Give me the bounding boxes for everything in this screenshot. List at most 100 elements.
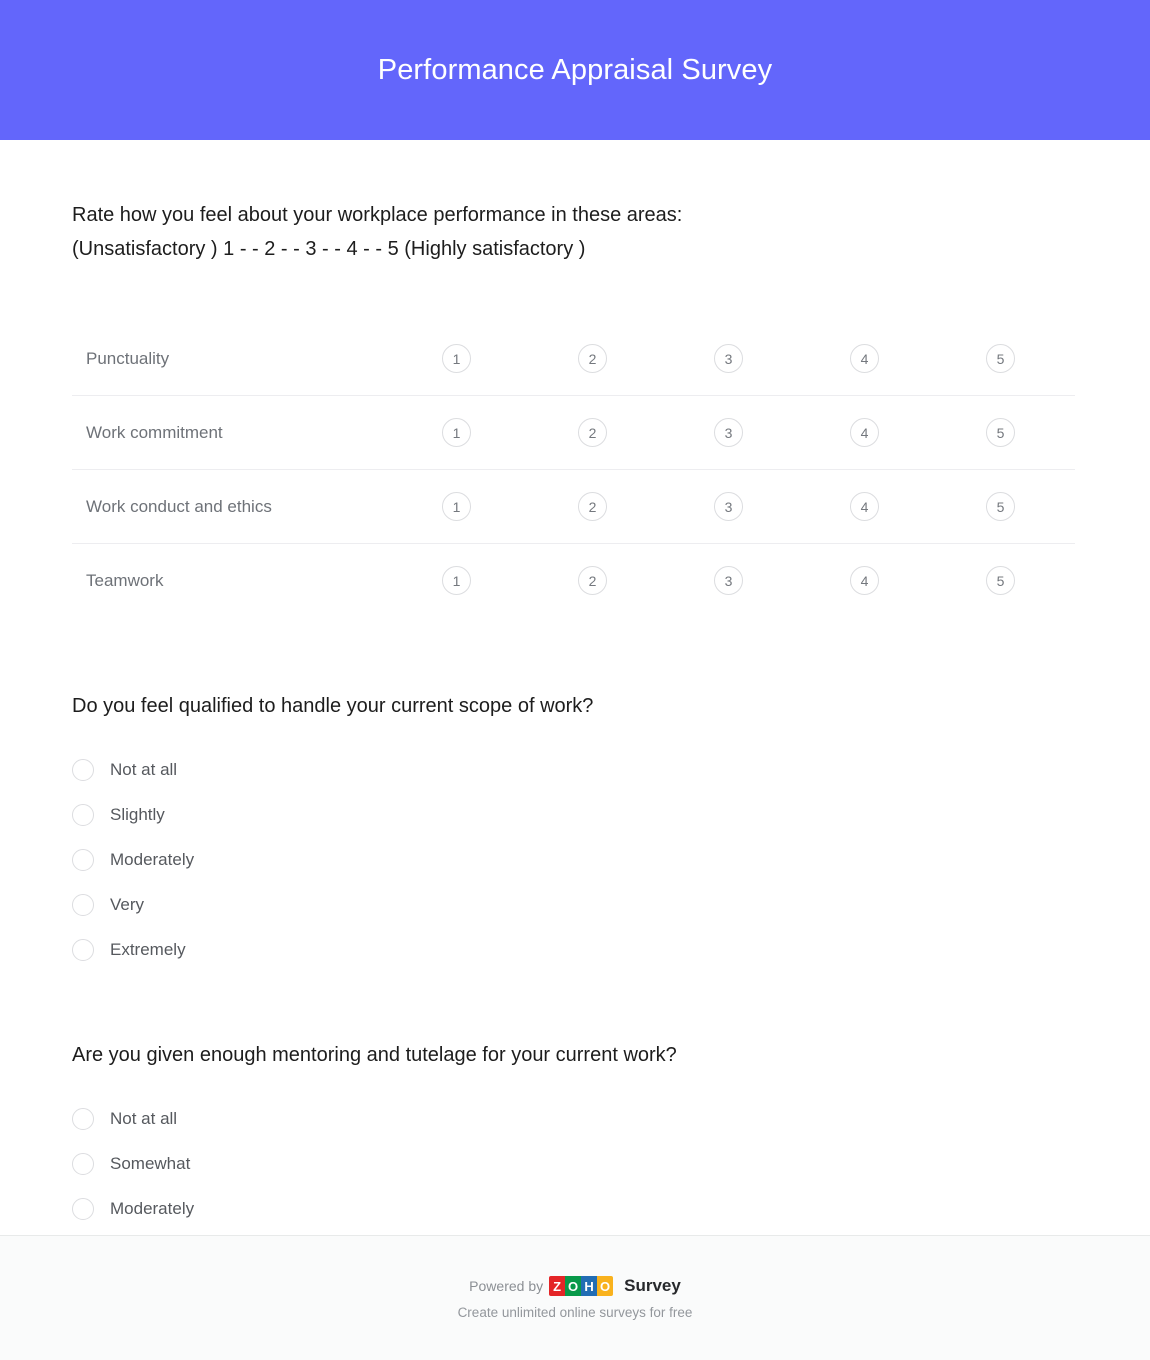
rating-option-4[interactable]: 4 [850,566,879,595]
list-item[interactable]: Somewhat [72,1141,1078,1186]
rating-option-3[interactable]: 3 [714,418,743,447]
matrix-cell: 3 [714,344,850,373]
radio-group-mentoring: Not at all Somewhat Moderately [72,1096,1078,1231]
powered-by-row: Powered by Z O H O Survey [469,1276,681,1296]
rating-option-1[interactable]: 1 [442,492,471,521]
matrix-row-label: Work conduct and ethics [86,496,272,516]
radio-icon[interactable] [72,1197,94,1220]
rating-option-5[interactable]: 5 [986,418,1015,447]
radio-icon[interactable] [72,1107,94,1130]
rating-matrix: Punctuality 1 2 3 4 5 Work commitment 1 … [72,322,1075,617]
matrix-cell: 2 [578,566,714,595]
matrix-row-options: 1 2 3 4 5 [442,418,1122,447]
radio-icon[interactable] [72,758,94,781]
powered-by-label: Powered by [469,1278,544,1294]
rating-option-5[interactable]: 5 [986,492,1015,521]
list-item[interactable]: Not at all [72,747,1078,792]
list-item[interactable]: Moderately [72,837,1078,882]
list-item[interactable]: Moderately [72,1186,1078,1231]
radio-label: Very [110,894,145,914]
rating-option-3[interactable]: 3 [714,492,743,521]
rating-option-3[interactable]: 3 [714,566,743,595]
matrix-cell: 5 [986,566,1122,595]
rating-option-1[interactable]: 1 [442,566,471,595]
page-title: Performance Appraisal Survey [377,53,773,86]
matrix-cell: 5 [986,418,1122,447]
rating-option-5[interactable]: 5 [986,344,1015,373]
question-block-mentoring: Are you given enough mentoring and tutel… [72,972,1078,1231]
radio-label: Moderately [110,849,195,869]
footer-tagline: Create unlimited online surveys for free [457,1305,693,1320]
radio-icon[interactable] [72,938,94,961]
matrix-cell: 4 [850,566,986,595]
matrix-cell: 4 [850,344,986,373]
zoho-logo-icon: Z O H O [549,1276,614,1296]
table-row: Work commitment 1 2 3 4 5 [72,396,1075,470]
list-item[interactable]: Not at all [72,1096,1078,1141]
list-item[interactable]: Very [72,882,1078,927]
matrix-cell: 2 [578,492,714,521]
matrix-cell: 3 [714,566,850,595]
matrix-cell: 5 [986,492,1122,521]
matrix-row-options: 1 2 3 4 5 [442,566,1122,595]
survey-footer: Powered by Z O H O Survey Create unlimit… [0,1235,1150,1360]
matrix-cell: 4 [850,492,986,521]
matrix-cell: 5 [986,344,1122,373]
rating-option-1[interactable]: 1 [442,418,471,447]
rating-option-2[interactable]: 2 [578,344,607,373]
rating-option-3[interactable]: 3 [714,344,743,373]
radio-label: Not at all [110,759,178,779]
survey-page: Performance Appraisal Survey Rate how yo… [0,0,1150,1360]
matrix-cell: 1 [442,418,578,447]
question-text-1: Rate how you feel about your workplace p… [72,204,683,226]
zoho-tile-o2: O [597,1276,614,1296]
zoho-tile-z: Z [549,1276,566,1296]
question-text-3: Are you given enough mentoring and tutel… [72,1044,677,1066]
zoho-tile-o1: O [565,1276,582,1296]
radio-label: Somewhat [110,1153,191,1173]
radio-label: Moderately [110,1198,195,1218]
radio-label: Slightly [110,804,165,824]
table-row: Punctuality 1 2 3 4 5 [72,322,1075,396]
matrix-cell: 1 [442,344,578,373]
radio-label: Not at all [110,1108,178,1128]
list-item[interactable]: Slightly [72,792,1078,837]
matrix-row-label: Punctuality [86,348,170,368]
matrix-cell: 2 [578,344,714,373]
rating-option-4[interactable]: 4 [850,418,879,447]
survey-header: Performance Appraisal Survey [0,0,1150,140]
matrix-row-options: 1 2 3 4 5 [442,344,1122,373]
product-name: Survey [624,1276,681,1295]
radio-icon[interactable] [72,1152,94,1175]
matrix-cell: 3 [714,418,850,447]
radio-icon[interactable] [72,893,94,916]
rating-option-4[interactable]: 4 [850,344,879,373]
matrix-cell: 1 [442,492,578,521]
question-text-2: Do you feel qualified to handle your cur… [72,695,594,717]
zoho-tile-h: H [581,1276,598,1296]
table-row: Teamwork 1 2 3 4 5 [72,544,1075,617]
radio-icon[interactable] [72,803,94,826]
rating-option-4[interactable]: 4 [850,492,879,521]
matrix-cell: 2 [578,418,714,447]
rating-option-1[interactable]: 1 [442,344,471,373]
question-block-qualified: Do you feel qualified to handle your cur… [72,617,1078,972]
radio-group-qualified: Not at all Slightly Moderately Very Extr… [72,747,1078,972]
list-item[interactable]: Extremely [72,927,1078,972]
rating-option-5[interactable]: 5 [986,566,1015,595]
matrix-row-options: 1 2 3 4 5 [442,492,1122,521]
rating-option-2[interactable]: 2 [578,418,607,447]
rating-option-2[interactable]: 2 [578,492,607,521]
matrix-row-label: Teamwork [86,570,164,590]
question-block-rating-matrix: Rate how you feel about your workplace p… [72,140,1078,617]
radio-icon[interactable] [72,848,94,871]
rating-option-2[interactable]: 2 [578,566,607,595]
survey-body: Rate how you feel about your workplace p… [0,140,1150,1235]
question-scale-legend: (Unsatisfactory ) 1 - - 2 - - 3 - - 4 - … [72,238,586,260]
matrix-cell: 3 [714,492,850,521]
matrix-cell: 4 [850,418,986,447]
radio-label: Extremely [110,939,186,959]
matrix-row-label: Work commitment [86,422,223,442]
matrix-cell: 1 [442,566,578,595]
table-row: Work conduct and ethics 1 2 3 4 5 [72,470,1075,544]
